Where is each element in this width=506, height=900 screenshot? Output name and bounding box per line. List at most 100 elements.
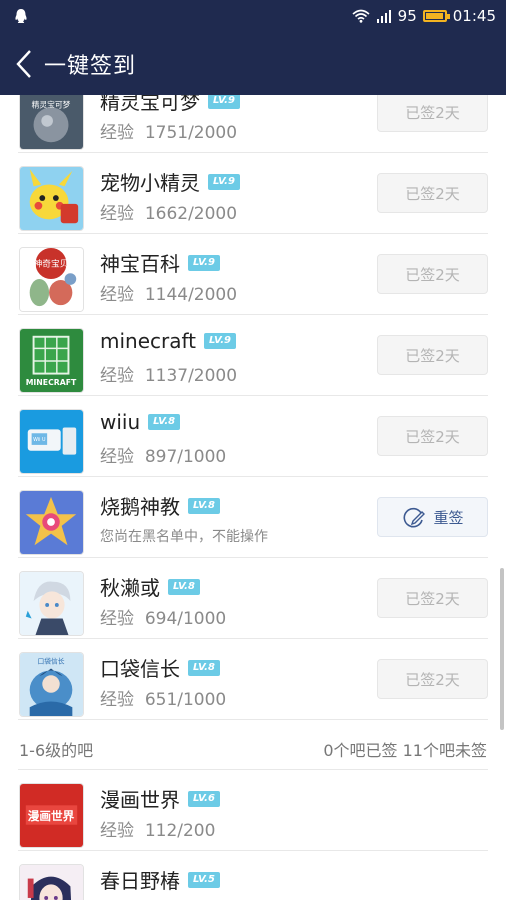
back-button[interactable] — [4, 33, 44, 95]
forum-name: minecraft — [100, 329, 197, 353]
signed-button[interactable]: 已签2天 — [377, 578, 488, 618]
exp-value: 1137/2000 — [144, 366, 238, 386]
exp-label: 经验 — [100, 690, 134, 710]
edit-sign-icon — [404, 507, 426, 528]
level-badge: LV.9 — [208, 95, 240, 109]
forum-row[interactable]: 烧鹅神教 LV.8 您尚在黑名单中，不能操作 重签 — [0, 477, 506, 558]
forum-exp: 经验 1144/2000 — [100, 280, 237, 305]
level-badge: LV.9 — [188, 254, 220, 271]
page-title: 一键签到 — [44, 54, 137, 79]
exp-label: 经验 — [100, 123, 134, 143]
signed-button[interactable]: 已签2天 — [377, 95, 488, 132]
star-avatar-image — [20, 491, 83, 554]
level-badge: LV.5 — [188, 871, 220, 888]
level-badge: LV.6 — [188, 790, 220, 807]
kasugano-tsubaki-avatar-image — [20, 865, 83, 900]
exp-label: 经验 — [100, 609, 134, 629]
forum-name: 烧鹅神教 — [100, 495, 180, 519]
signed-button[interactable]: 已签2天 — [377, 173, 488, 213]
forum-row[interactable]: 宠物小精灵 LV.9 经验 1662/2000 已签2天 — [0, 153, 506, 234]
forum-avatar: 神奇宝贝 — [19, 247, 84, 312]
forum-row[interactable]: MINECRAFT minecraft LV.9 经验 1137/2000 已签… — [0, 315, 506, 396]
forum-row[interactable]: 口袋信长 口袋信长 LV.8 经验 651/1000 已签2天 — [0, 639, 506, 720]
exp-value: 1751/2000 — [144, 123, 238, 143]
signed-button[interactable]: 已签2天 — [377, 659, 488, 699]
forum-row[interactable]: 漫画世界 漫画世界 LV.6 经验 112/200 — [0, 770, 506, 851]
exp-label: 经验 — [100, 204, 134, 224]
forum-row[interactable]: 神奇宝贝 神宝百科 LV.9 经验 1144/2000 已签2天 — [0, 234, 506, 315]
forum-name: 宠物小精灵 — [100, 171, 200, 195]
forum-name: 春日野椿 — [100, 869, 180, 893]
avatar-text: Wii U — [33, 437, 46, 443]
scrollbar[interactable] — [500, 568, 504, 730]
level-badge: LV.8 — [188, 659, 220, 676]
signed-button[interactable]: 已签2天 — [377, 335, 488, 375]
forum-avatar: Wii U — [19, 409, 84, 474]
chevron-left-icon — [16, 50, 31, 78]
pocket-nobunaga-avatar-image: 口袋信长 — [20, 653, 83, 716]
exp-label: 经验 — [100, 447, 134, 467]
wifi-icon — [352, 9, 370, 23]
forum-row[interactable]: Wii U wiiu LV.8 经验 897/1000 已签2天 — [0, 396, 506, 477]
forum-name: 秋濑或 — [100, 576, 160, 600]
exp-label: 经验 — [100, 821, 134, 841]
forum-name: 漫画世界 — [100, 788, 180, 812]
forum-row[interactable]: 春日野椿 LV.5 — [0, 851, 506, 900]
qq-notification-icon — [15, 9, 27, 23]
resign-button[interactable]: 重签 — [377, 497, 488, 537]
level-badge: LV.8 — [148, 414, 181, 430]
blacklist-note: 您尚在黑名单中，不能操作 — [100, 529, 268, 545]
forum-name: wiiu — [100, 410, 141, 434]
signal-value: 95 — [397, 7, 417, 25]
status-bar: 95 01:45 — [0, 0, 506, 33]
nav-bar: 一键签到 — [0, 33, 506, 95]
forum-exp: 经验 694/1000 — [100, 604, 226, 629]
level-section-header: 1-6级的吧 0个吧已签 11个吧未签 — [0, 720, 506, 770]
signal-icon — [376, 10, 391, 23]
forum-name: 口袋信长 — [100, 657, 180, 681]
status-right: 95 01:45 — [352, 7, 496, 25]
forum-row[interactable]: 秋濑或 LV.8 经验 694/1000 已签2天 — [0, 558, 506, 639]
signin-list[interactable]: 精灵宝可梦 精灵宝可梦 LV.9 经验 1751/2000 已签2天 宠物小精灵… — [0, 95, 506, 900]
pokemon-encyclopedia-avatar-image: 神奇宝贝 — [20, 248, 83, 311]
level-badge: LV.9 — [208, 173, 240, 190]
exp-value: 651/1000 — [144, 690, 227, 710]
signed-button[interactable]: 已签2天 — [377, 254, 488, 294]
exp-value: 1662/2000 — [144, 204, 238, 224]
avatar-text: MINECRAFT — [26, 378, 77, 387]
exp-value: 694/1000 — [144, 609, 227, 629]
forum-exp: 经验 1662/2000 — [100, 199, 237, 224]
forum-exp: 经验 1751/2000 — [100, 118, 237, 143]
exp-value: 897/1000 — [144, 447, 227, 467]
forum-avatar: 精灵宝可梦 — [19, 95, 84, 150]
forum-avatar — [19, 864, 84, 900]
exp-value: 112/200 — [144, 821, 216, 841]
level-badge: LV.8 — [168, 578, 200, 595]
exp-label: 经验 — [100, 366, 134, 386]
minecraft-avatar-image: MINECRAFT — [20, 329, 83, 392]
forum-avatar: 漫画世界 — [19, 783, 84, 848]
signed-button[interactable]: 已签2天 — [377, 416, 488, 456]
section-title: 1-6级的吧 — [19, 741, 94, 760]
forum-avatar: 口袋信长 — [19, 652, 84, 717]
forum-row[interactable]: 精灵宝可梦 精灵宝可梦 LV.9 经验 1751/2000 已签2天 — [0, 95, 506, 153]
pokemon-avatar-image: 精灵宝可梦 — [20, 95, 83, 149]
forum-name: 神宝百科 — [100, 252, 180, 276]
forum-exp: 经验 112/200 — [100, 816, 215, 841]
forum-exp: 经验 1137/2000 — [100, 361, 237, 386]
forum-exp: 经验 651/1000 — [100, 685, 226, 710]
exp-value: 1144/2000 — [144, 285, 238, 305]
avatar-text: 漫画世界 — [28, 809, 75, 823]
battery-icon — [422, 10, 450, 22]
forum-avatar: MINECRAFT — [19, 328, 84, 393]
level-badge: LV.8 — [188, 497, 220, 514]
exp-label: 经验 — [100, 285, 134, 305]
clock: 01:45 — [452, 7, 496, 25]
forum-exp: 经验 897/1000 — [100, 442, 226, 467]
comic-world-avatar-image: 漫画世界 — [20, 784, 83, 847]
resign-label: 重签 — [433, 508, 464, 527]
wiiu-avatar-image: Wii U — [20, 410, 83, 473]
avatar-text: 精灵宝可梦 — [32, 99, 71, 109]
pikachu-avatar-image — [20, 167, 83, 230]
level-badge: LV.9 — [204, 333, 236, 349]
